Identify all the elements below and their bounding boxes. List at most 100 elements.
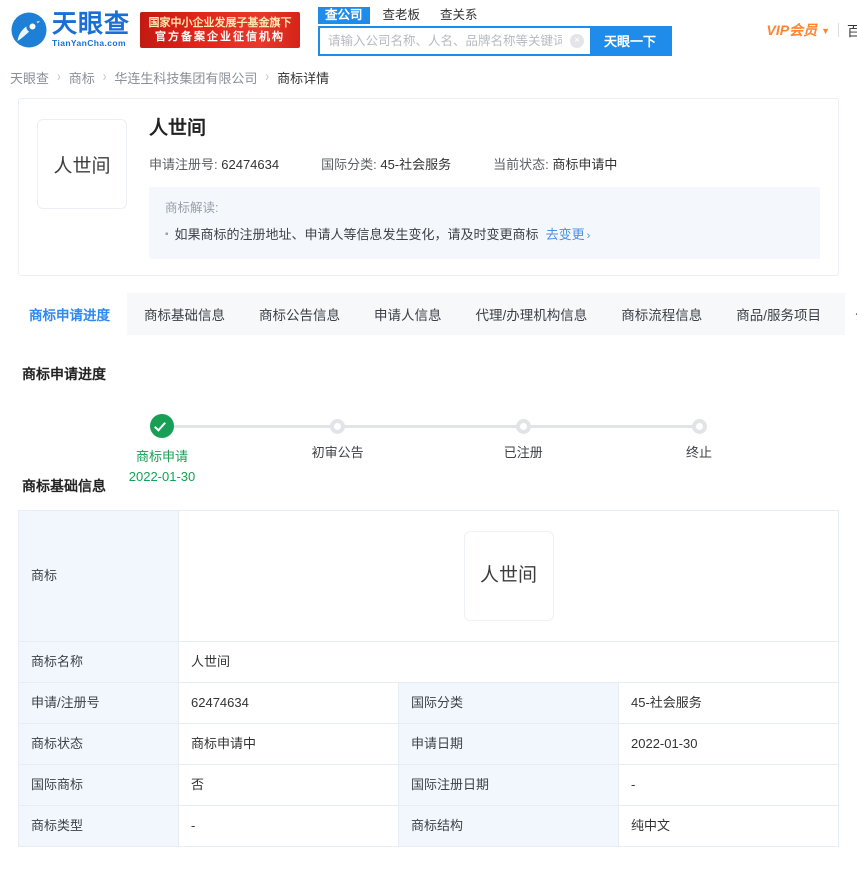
- progress-track: [162, 425, 699, 428]
- search-input[interactable]: [320, 27, 570, 54]
- progress-step-date: 2022-01-30: [128, 469, 196, 484]
- search-tab-boss[interactable]: 查老板: [376, 7, 428, 24]
- progress-step-label: 已注册: [503, 445, 543, 460]
- cell-label-status: 商标状态: [18, 723, 179, 765]
- logo[interactable]: 天眼查 TianYanCha.com: [10, 11, 130, 49]
- application-progress-section: 商标申请进度 商标申请 2022-01-30 初审公告 已注册 终止: [18, 336, 839, 484]
- breadcrumb-separator-icon: ›: [57, 69, 61, 85]
- cell-value-apply-date: 2022-01-30: [618, 723, 839, 765]
- cell-label-intl-class: 国际分类: [398, 682, 619, 724]
- meta-value: 62474634: [221, 157, 280, 172]
- tab-public-notice[interactable]: 公告信息: [838, 293, 857, 335]
- detail-body: 人世间 申请注册号: 62474634 国际分类: 45-社会服务 当前状态: …: [149, 117, 820, 259]
- detail-tab-bar: 商标申请进度 商标基础信息 商标公告信息 申请人信息 代理/办理机构信息 商标流…: [12, 293, 857, 336]
- meta-registration-number: 申请注册号: 62474634: [149, 154, 279, 173]
- meta-value: 商标申请中: [552, 157, 618, 172]
- trademark-detail-card: 人世间 人世间 申请注册号: 62474634 国际分类: 45-社会服务 当前…: [18, 98, 839, 276]
- tab-applicant-info[interactable]: 申请人信息: [357, 293, 459, 335]
- tab-process-info[interactable]: 商标流程信息: [604, 293, 719, 335]
- breadcrumb-item-home[interactable]: 天眼查: [10, 68, 49, 87]
- gov-badge-line1: 国家中小企业发展子基金旗下: [148, 16, 292, 29]
- cell-label-trademark: 商标: [18, 510, 179, 642]
- search-button[interactable]: 天眼一下: [590, 27, 671, 54]
- progress-step-preliminary: 初审公告: [278, 414, 398, 463]
- table-row: 国际商标 否 国际注册日期 -: [18, 764, 839, 806]
- breadcrumb-item-company[interactable]: 华连生科技集团有限公司: [114, 68, 257, 87]
- table-row: 申请/注册号 62474634 国际分类 45-社会服务: [18, 682, 839, 724]
- meta-current-status: 当前状态: 商标申请中: [493, 154, 617, 173]
- breadcrumb-separator-icon: ›: [265, 69, 270, 85]
- progress-step-label: 商标申请: [135, 449, 188, 464]
- cell-trademark-image: 人世间: [178, 510, 839, 642]
- tab-agency-info[interactable]: 代理/办理机构信息: [459, 293, 605, 335]
- header-right: VIP会员 ▼ 百: [767, 20, 857, 40]
- notice-item: ▪ 如果商标的注册地址、申请人等信息发生变化，请及时变更商标 去变更 ›: [165, 226, 804, 246]
- header-extra-link[interactable]: 百: [847, 20, 857, 40]
- search-tab-company[interactable]: 查公司: [318, 6, 370, 24]
- cell-label-trademark-name: 商标名称: [18, 641, 179, 683]
- gov-badge-line2: 官方备案企业征信机构: [155, 30, 286, 43]
- cell-label-trademark-structure: 商标结构: [398, 805, 619, 847]
- clear-icon[interactable]: ×: [570, 33, 584, 48]
- cell-value-intl-trademark: 否: [178, 764, 399, 806]
- tab-basic-info[interactable]: 商标基础信息: [127, 293, 242, 335]
- meta-label: 当前状态:: [493, 157, 549, 172]
- cell-label-apply-date: 申请日期: [398, 723, 619, 765]
- change-trademark-link-label: 去变更: [545, 227, 585, 242]
- search-zone: 查公司 查老板 查关系 × 天眼一下: [318, 5, 673, 56]
- table-row: 商标类型 - 商标结构 纯中文: [18, 805, 839, 847]
- cell-value-intl-reg-date: -: [618, 764, 839, 806]
- meta-label: 国际分类:: [321, 157, 377, 172]
- chevron-down-icon: ▼: [821, 26, 830, 36]
- table-row: 商标 人世间: [18, 510, 839, 642]
- logo-text-cn: 天眼查: [52, 9, 131, 38]
- trademark-notice-box: 商标解读: ▪ 如果商标的注册地址、申请人等信息发生变化，请及时变更商标 去变更…: [149, 187, 820, 259]
- vip-member-menu[interactable]: VIP会员 ▼: [767, 20, 831, 40]
- table-row: 商标状态 商标申请中 申请日期 2022-01-30: [18, 723, 839, 765]
- progress-step-terminated: 终止: [639, 414, 759, 463]
- cell-value-intl-class: 45-社会服务: [618, 682, 839, 724]
- trademark-thumbnail: 人世间: [37, 119, 127, 209]
- site-header: 天眼查 TianYanCha.com 国家中小企业发展子基金旗下 官方备案企业征…: [0, 0, 857, 60]
- cell-value-status: 商标申请中: [178, 723, 399, 765]
- tab-application-progress[interactable]: 商标申请进度: [12, 293, 127, 335]
- search-tab-list: 查公司 查老板 查关系: [318, 6, 672, 24]
- page-title: 人世间: [149, 118, 207, 139]
- circle-outline-icon: [691, 419, 707, 434]
- breadcrumb-item-trademark[interactable]: 商标: [69, 68, 95, 87]
- circle-outline-icon: [515, 419, 531, 434]
- meta-international-class: 国际分类: 45-社会服务: [321, 154, 451, 173]
- breadcrumb-separator-icon: ›: [102, 69, 107, 85]
- breadcrumb: 天眼查 › 商标 › 华连生科技集团有限公司 › 商标详情: [0, 60, 857, 94]
- gov-certification-badge: 国家中小企业发展子基金旗下 官方备案企业征信机构: [140, 12, 301, 48]
- cell-value-trademark-type: -: [178, 805, 399, 847]
- bullet-icon: ▪: [165, 229, 169, 240]
- change-trademark-link[interactable]: 去变更 ›: [546, 226, 591, 245]
- cell-value-trademark-name: 人世间: [178, 641, 839, 683]
- notice-title: 商标解读:: [165, 201, 219, 215]
- tab-announcement-info[interactable]: 商标公告信息: [242, 293, 357, 335]
- cell-label-reg-number: 申请/注册号: [18, 682, 179, 724]
- cell-label-intl-trademark: 国际商标: [18, 764, 179, 806]
- check-circle-icon: [150, 414, 174, 438]
- basic-info-table: 商标 人世间 商标名称 人世间 申请/注册号 62474634 国际分类 45-…: [18, 510, 839, 847]
- table-row: 商标名称 人世间: [18, 641, 839, 683]
- progress-section-title: 商标申请进度: [22, 366, 106, 382]
- progress-step-application: 商标申请 2022-01-30: [102, 414, 222, 487]
- progress-timeline: 商标申请 2022-01-30 初审公告 已注册 终止: [18, 384, 839, 484]
- progress-step-registered: 已注册: [463, 414, 583, 463]
- logo-text-en: TianYanCha.com: [52, 37, 126, 48]
- header-divider: [838, 23, 839, 37]
- vip-label: VIP会员: [766, 22, 818, 38]
- trademark-meta-row: 申请注册号: 62474634 国际分类: 45-社会服务 当前状态: 商标申请…: [149, 154, 820, 173]
- circle-outline-icon: [330, 419, 346, 434]
- search-tab-relation[interactable]: 查关系: [433, 7, 485, 24]
- cell-value-trademark-structure: 纯中文: [618, 805, 839, 847]
- cell-label-trademark-type: 商标类型: [18, 805, 179, 847]
- tianyancha-logo-icon: [10, 11, 48, 49]
- search-bar: × 天眼一下: [318, 25, 673, 56]
- tab-goods-services[interactable]: 商品/服务项目: [719, 293, 838, 335]
- basic-info-section: 商标基础信息 商标 人世间 商标名称 人世间 申请/注册号 62474634 国…: [18, 448, 839, 847]
- progress-step-label: 终止: [685, 445, 712, 460]
- cell-label-intl-reg-date: 国际注册日期: [398, 764, 619, 806]
